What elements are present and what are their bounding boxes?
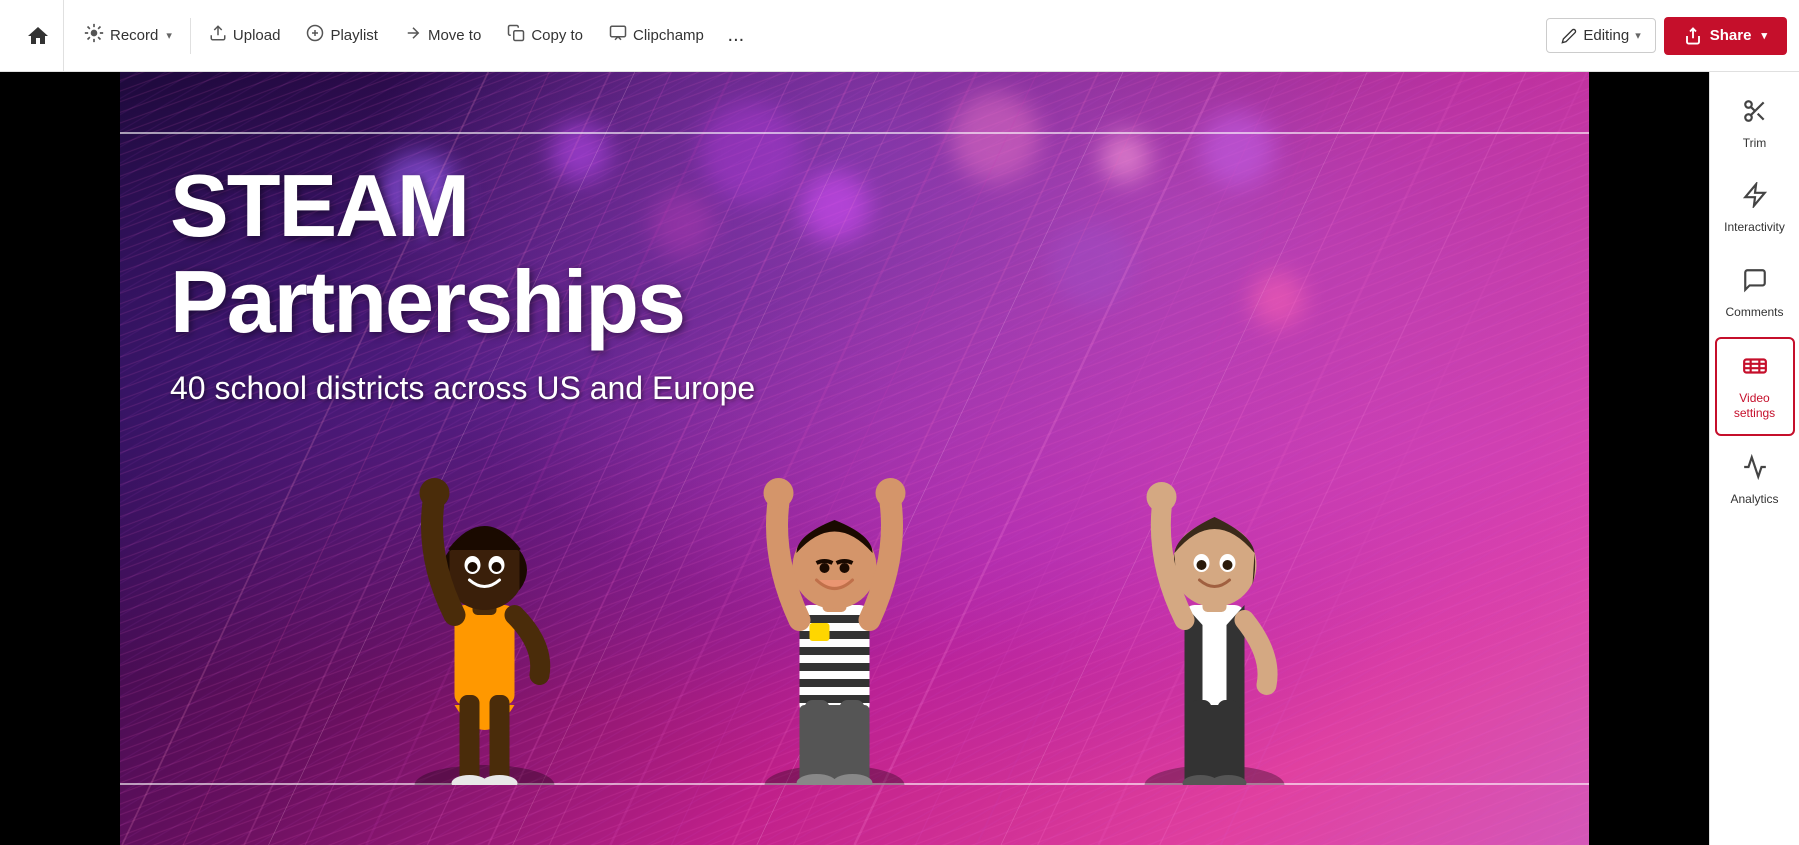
analytics-icon <box>1742 454 1768 486</box>
playlist-button[interactable]: Playlist <box>294 16 390 55</box>
record-button[interactable]: Record ▾ <box>72 15 184 56</box>
record-chevron: ▾ <box>166 29 172 42</box>
kid-3 <box>1145 482 1285 785</box>
main-content: STEAM Partnerships 40 school districts a… <box>0 72 1799 845</box>
video-title: STEAM <box>170 162 755 250</box>
record-label: Record <box>110 27 158 44</box>
video-description: 40 school districts across US and Europe <box>170 370 755 407</box>
analytics-button[interactable]: Analytics <box>1715 440 1795 520</box>
move-to-label: Move to <box>428 27 481 44</box>
share-chevron: ▾ <box>1761 29 1767 42</box>
pencil-icon <box>1561 28 1577 44</box>
video-subtitle: Partnerships <box>170 258 755 346</box>
video-settings-icon <box>1742 353 1768 385</box>
black-panel-right <box>1589 72 1709 845</box>
video-text-overlay: STEAM Partnerships 40 school districts a… <box>170 162 755 407</box>
record-icon <box>84 23 104 48</box>
interactivity-icon <box>1742 182 1768 214</box>
clipchamp-label: Clipchamp <box>633 27 704 44</box>
border-line-top <box>120 132 1589 134</box>
home-icon <box>26 24 50 48</box>
copy-to-label: Copy to <box>531 27 583 44</box>
more-icon: ... <box>728 24 745 47</box>
move-to-icon <box>404 24 422 47</box>
toolbar: Record ▾ Upload Playlist <box>0 0 1799 72</box>
comments-icon <box>1742 267 1768 299</box>
video-content: STEAM Partnerships 40 school districts a… <box>0 72 1709 845</box>
clipchamp-icon <box>609 24 627 47</box>
black-panel-left <box>0 72 120 845</box>
share-icon <box>1684 27 1702 45</box>
share-label: Share <box>1710 27 1752 44</box>
editing-label: Editing <box>1583 27 1629 44</box>
trim-icon <box>1742 98 1768 130</box>
share-button[interactable]: Share ▾ <box>1664 17 1787 55</box>
trim-button[interactable]: Trim <box>1715 84 1795 164</box>
move-to-button[interactable]: Move to <box>392 16 493 55</box>
playlist-icon <box>306 24 324 47</box>
editing-chevron: ▾ <box>1635 29 1641 42</box>
trim-label: Trim <box>1743 136 1767 150</box>
upload-button[interactable]: Upload <box>197 16 293 55</box>
copy-to-icon <box>507 24 525 47</box>
divider-1 <box>190 18 191 54</box>
analytics-label: Analytics <box>1730 492 1778 506</box>
interactivity-label: Interactivity <box>1724 220 1785 234</box>
copy-to-button[interactable]: Copy to <box>495 16 595 55</box>
kid-2 <box>764 478 906 785</box>
upload-label: Upload <box>233 27 281 44</box>
comments-button[interactable]: Comments <box>1715 253 1795 333</box>
video-settings-label: Video settings <box>1721 391 1789 420</box>
kid-1 <box>415 478 555 785</box>
home-button[interactable] <box>12 0 64 72</box>
video-settings-button[interactable]: Video settings <box>1715 337 1795 436</box>
interactivity-button[interactable]: Interactivity <box>1715 168 1795 248</box>
clipchamp-button[interactable]: Clipchamp <box>597 16 716 55</box>
video-area[interactable]: STEAM Partnerships 40 school districts a… <box>0 72 1709 845</box>
more-button[interactable]: ... <box>718 18 754 54</box>
toolbar-right: Editing ▾ Share ▾ <box>1546 17 1787 55</box>
playlist-label: Playlist <box>330 27 378 44</box>
kids-figures <box>120 405 1589 785</box>
editing-button[interactable]: Editing ▾ <box>1546 18 1655 53</box>
toolbar-actions: Record ▾ Upload Playlist <box>64 15 1546 56</box>
upload-icon <box>209 24 227 47</box>
right-sidebar: Trim Interactivity Comments <box>1709 72 1799 845</box>
comments-label: Comments <box>1725 305 1783 319</box>
